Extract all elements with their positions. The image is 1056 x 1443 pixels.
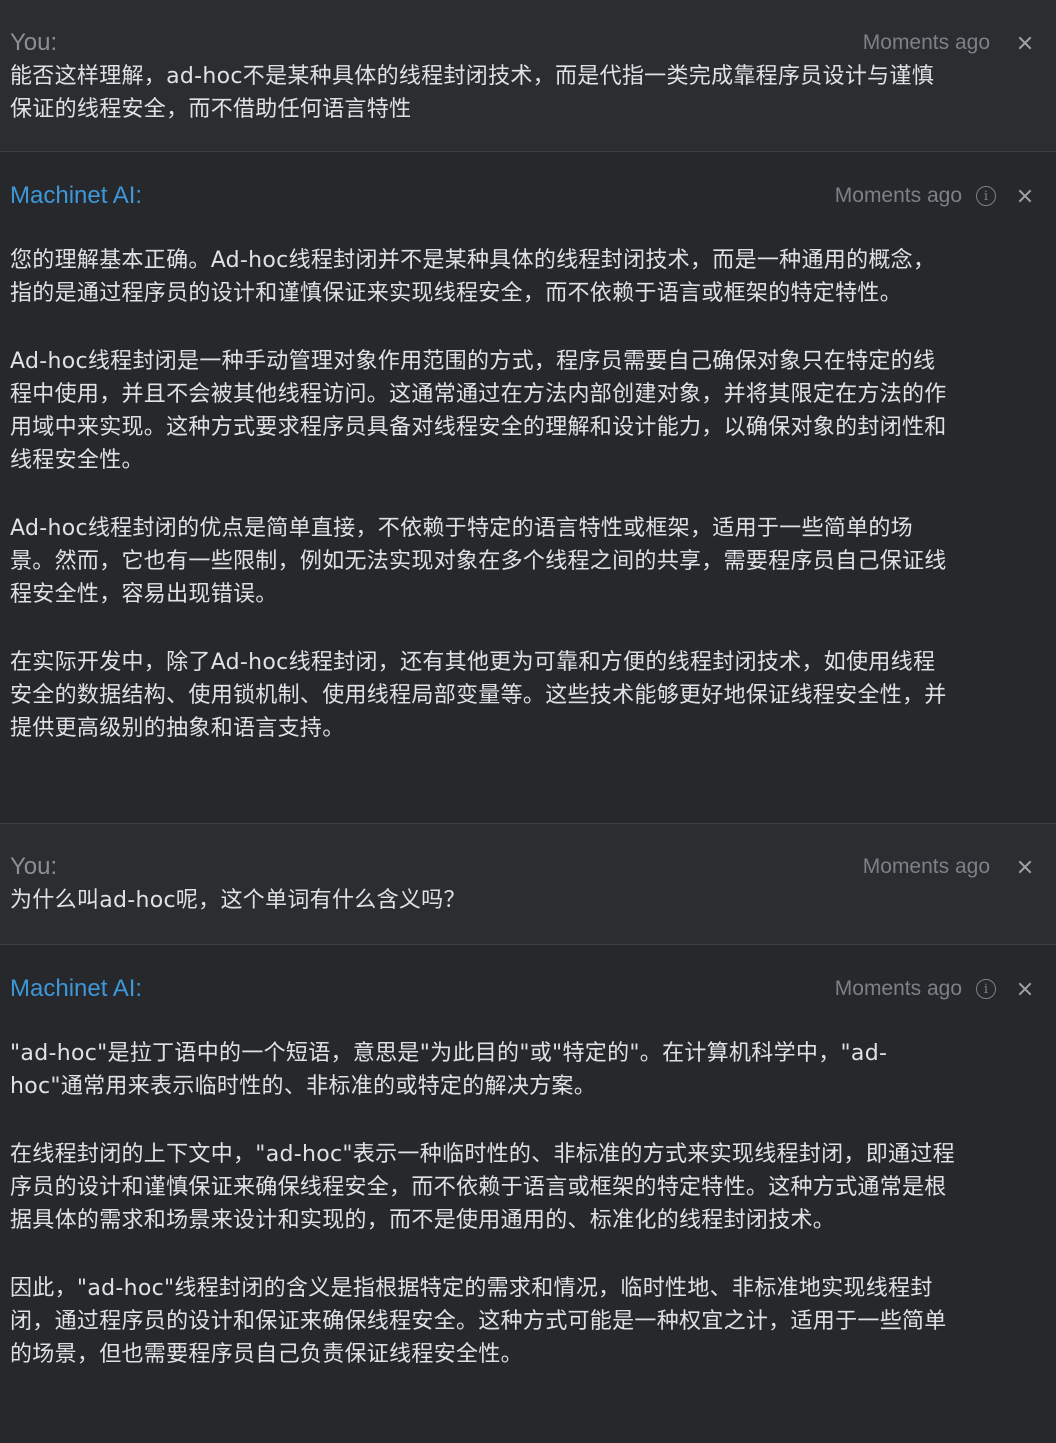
message-paragraph: 您的理解基本正确。Ad-hoc线程封闭并不是某种具体的线程封闭技术，而是一种通用…	[10, 248, 936, 306]
message-meta: Moments ago i	[835, 974, 1036, 1004]
info-icon[interactable]: i	[976, 979, 996, 999]
message-body: 为什么叫ad-hoc呢，这个单词有什么含义吗？	[10, 884, 956, 917]
message-paragraph: 在线程封闭的上下文中，"ad-hoc"表示一种临时性的、非标准的方式来实现线程封…	[10, 1142, 955, 1233]
message-timestamp: Moments ago	[834, 977, 962, 1000]
message-body: 能否这样理解，ad-hoc不是某种具体的线程封闭技术，而是代指一类完成靠程序员设…	[10, 60, 956, 126]
message-header: Machinet AI: Moments ago i	[10, 974, 996, 1004]
message-header: Machinet AI: Moments ago i	[10, 181, 996, 211]
user-message: You: Moments ago 为什么叫ad-hoc呢，这个单词有什么含义吗？	[0, 824, 1056, 944]
close-icon[interactable]	[1014, 185, 1036, 207]
message-timestamp: Moments ago	[862, 855, 990, 878]
ai-message: Machinet AI: Moments ago i "ad-hoc"是拉丁语中…	[0, 945, 1056, 1443]
ai-message: Machinet AI: Moments ago i 您的理解基本正确。Ad-h…	[0, 152, 1056, 823]
message-meta: Moments ago	[863, 28, 1036, 58]
chat-history: You: Moments ago 能否这样理解，ad-hoc不是某种具体的线程封…	[0, 0, 1056, 1443]
close-icon[interactable]	[1014, 32, 1036, 54]
message-paragraph: 因此，"ad-hoc"线程封闭的含义是指根据特定的需求和情况，临时性地、非标准地…	[10, 1276, 947, 1367]
message-author: You:	[10, 29, 58, 56]
info-icon[interactable]: i	[976, 186, 996, 206]
close-icon[interactable]	[1014, 978, 1036, 1000]
message-body: "ad-hoc"是拉丁语中的一个短语，意思是"为此目的"或"特定的"。在计算机科…	[10, 1037, 956, 1371]
message-meta: Moments ago i	[835, 181, 1036, 211]
message-paragraph: 为什么叫ad-hoc呢，这个单词有什么含义吗？	[10, 888, 466, 913]
message-body: 您的理解基本正确。Ad-hoc线程封闭并不是某种具体的线程封闭技术，而是一种通用…	[10, 244, 956, 745]
message-author: Machinet AI:	[10, 975, 143, 1002]
close-icon[interactable]	[1014, 856, 1036, 878]
user-message: You: Moments ago 能否这样理解，ad-hoc不是某种具体的线程封…	[0, 0, 1056, 151]
message-timestamp: Moments ago	[834, 184, 962, 207]
message-author: You:	[10, 853, 58, 880]
message-author: Machinet AI:	[10, 182, 143, 209]
message-paragraph: Ad-hoc线程封闭的优点是简单直接，不依赖于特定的语言特性或框架，适用于一些简…	[10, 516, 947, 607]
message-meta: Moments ago	[863, 852, 1036, 882]
message-timestamp: Moments ago	[862, 31, 990, 54]
message-paragraph: "ad-hoc"是拉丁语中的一个短语，意思是"为此目的"或"特定的"。在计算机科…	[10, 1041, 888, 1099]
message-paragraph: 能否这样理解，ad-hoc不是某种具体的线程封闭技术，而是代指一类完成靠程序员设…	[10, 64, 935, 122]
message-header: You: Moments ago	[10, 852, 990, 882]
message-paragraph: 在实际开发中，除了Ad-hoc线程封闭，还有其他更为可靠和方便的线程封闭技术，如…	[10, 650, 947, 741]
message-paragraph: Ad-hoc线程封闭是一种手动管理对象作用范围的方式，程序员需要自己确保对象只在…	[10, 349, 947, 473]
message-header: You: Moments ago	[10, 28, 990, 58]
